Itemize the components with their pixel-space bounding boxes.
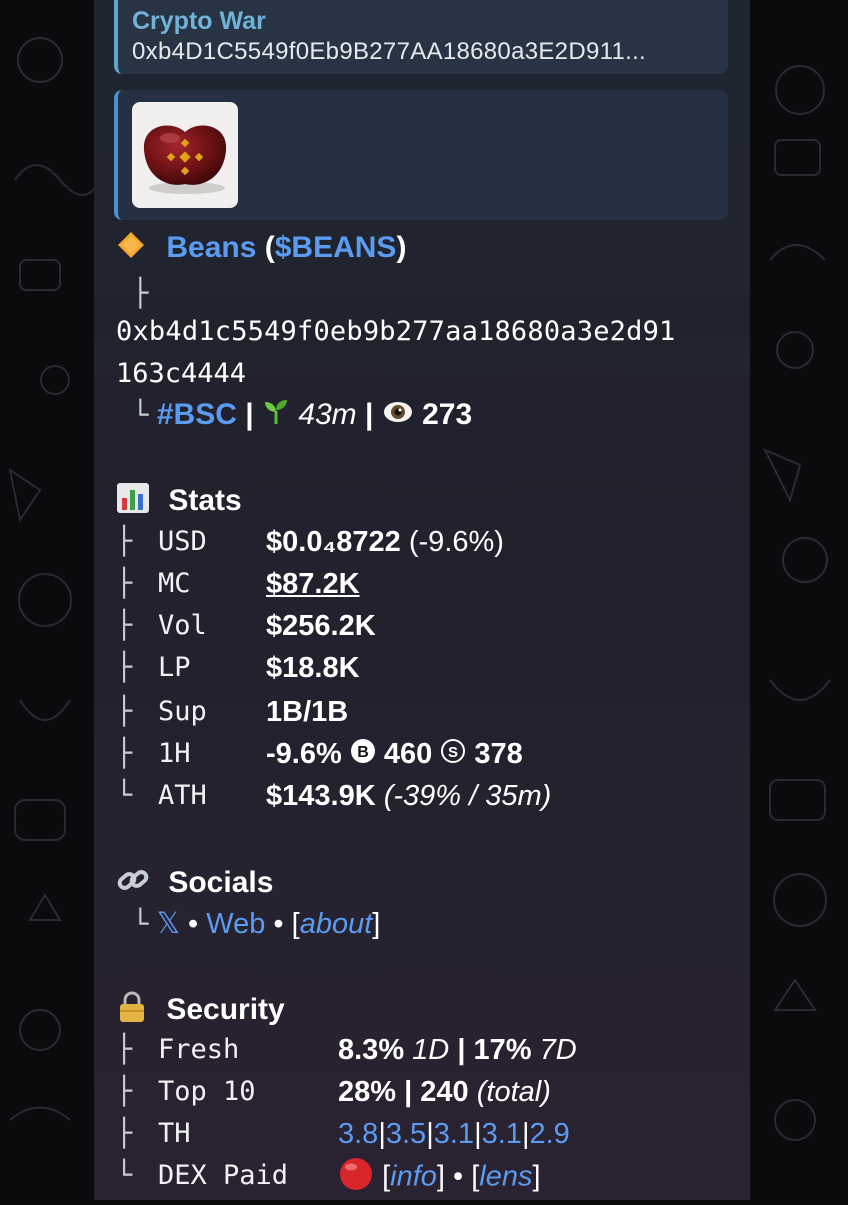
tree-branch: ├ — [116, 1076, 133, 1107]
tree-branch: ├ — [116, 1118, 133, 1149]
token-header: Beans ($BEANS) — [116, 230, 406, 268]
link-chain-icon — [116, 864, 150, 904]
tree-end: └ — [116, 780, 133, 811]
token-name-link[interactable]: Beans — [166, 231, 256, 264]
fresh-1d: 8.3% — [338, 1034, 405, 1066]
token-age: 43m — [298, 398, 357, 431]
chain-hashtag[interactable]: #BSC — [157, 398, 237, 431]
fresh-7d: 17% — [473, 1034, 532, 1066]
top-holder-link[interactable]: 3.5 — [386, 1118, 426, 1150]
stat-label-sup: Sup — [158, 696, 207, 727]
token-thumbnail[interactable] — [132, 102, 238, 208]
svg-text:B: B — [357, 744, 369, 761]
buy-circle-b-icon: B — [350, 738, 376, 772]
tree-branch: ├ — [116, 610, 133, 641]
stat-value-sup: 1B/1B — [266, 696, 349, 728]
reply-preview[interactable]: Crypto War 0xb4D1C5549f0Eb9B277AA18680a3… — [114, 0, 728, 74]
security-heading: Security — [116, 990, 285, 1032]
link-preview-card[interactable] — [114, 90, 728, 220]
stat-value-vol: $256.2K — [266, 610, 376, 642]
stat-value-ath: $143.9K (-39% / 35m) — [266, 780, 551, 813]
top10-total-label: (total) — [476, 1076, 551, 1108]
security-value-th: 3.8|3.5|3.1|3.1|2.9 — [338, 1118, 570, 1150]
top-holder-link[interactable]: 3.1 — [482, 1118, 522, 1150]
top-holder-link[interactable]: 2.9 — [530, 1118, 570, 1150]
stat-label-lp: LP — [158, 652, 191, 683]
tree-end: └ — [116, 400, 149, 431]
stat-value-mc-link[interactable]: $87.2K — [266, 568, 360, 601]
usd-price: $0.0₄8722 — [266, 526, 401, 558]
tree-branch: ├ — [116, 526, 133, 557]
security-value-dex-paid: [info] • [lens] — [338, 1156, 541, 1200]
security-label-fresh: Fresh — [158, 1034, 240, 1065]
tree-end: └ — [116, 1160, 133, 1191]
socials-heading: Socials — [116, 864, 273, 904]
red-circle-icon — [338, 1156, 374, 1200]
token-ticker-link[interactable]: $BEANS — [275, 231, 397, 264]
token-meta-line: └ #BSC | 43m | 273 — [116, 398, 472, 434]
fresh-1d-unit: 1D — [412, 1034, 450, 1066]
ath-extra: (-39% / 35m) — [383, 780, 552, 812]
stat-label-usd: USD — [158, 526, 207, 557]
socials-heading-text: Socials — [168, 865, 274, 899]
reply-title: Crypto War — [132, 7, 266, 35]
stat-value-1h: -9.6% B 460 S 378 — [266, 738, 523, 772]
top-holder-link[interactable]: 3.8 — [338, 1118, 378, 1150]
security-value-fresh: 8.3% 1D | 17% 7D — [338, 1034, 577, 1066]
bean-bnb-icon — [143, 125, 227, 194]
doodle-pattern-left — [8, 37, 101, 1121]
top-holder-link[interactable]: 3.1 — [434, 1118, 474, 1150]
buys-count: 460 — [383, 738, 433, 770]
doodle-pattern-right — [762, 65, 831, 1141]
sell-circle-s-icon: S — [440, 738, 466, 772]
web-link[interactable]: Web — [206, 908, 265, 940]
fresh-7d-unit: 7D — [539, 1034, 577, 1066]
tree-branch: ├ — [116, 568, 133, 599]
message-bubble: Crypto War 0xb4D1C5549f0Eb9B277AA18680a3… — [94, 0, 750, 1200]
top10-pct: 28% — [338, 1076, 397, 1108]
tree-branch: ├ — [116, 652, 133, 683]
socials-links: └ 𝕏 • Web • [about] — [116, 908, 381, 940]
stat-label-ath: ATH — [158, 780, 207, 811]
stat-label-vol: Vol — [158, 610, 207, 641]
ath-value: $143.9K — [266, 780, 376, 812]
security-label-th: TH — [158, 1118, 191, 1149]
eye-icon — [382, 398, 414, 434]
stat-label-mc: MC — [158, 568, 191, 599]
reply-subtitle: 0xb4D1C5549f0Eb9B277AA18680a3E2D911... — [132, 38, 647, 65]
stats-heading: Stats — [116, 482, 242, 522]
stat-label-1h: 1H — [158, 738, 191, 769]
views-count: 273 — [422, 398, 473, 431]
tree-branch: ├ — [116, 738, 133, 769]
x-link[interactable]: 𝕏 — [157, 908, 180, 940]
tree-end: └ — [116, 909, 149, 940]
orange-diamond-icon — [116, 230, 146, 268]
top10-total: 240 — [420, 1076, 469, 1108]
tree-branch: ├ — [116, 696, 133, 727]
lens-link[interactable]: lens — [479, 1161, 532, 1193]
info-link[interactable]: info — [390, 1161, 437, 1193]
usd-change: (-9.6%) — [408, 526, 504, 558]
lock-icon — [116, 990, 148, 1032]
one-hour-change: -9.6% — [266, 738, 342, 770]
stats-heading-text: Stats — [168, 483, 242, 517]
contract-address-line2[interactable]: 163c4444 — [116, 358, 246, 389]
security-label-dex-paid: DEX Paid — [158, 1160, 289, 1191]
tree-branch: ├ — [116, 1034, 133, 1065]
stat-value-lp: $18.8K — [266, 652, 360, 684]
chat-wallpaper-right — [750, 0, 848, 1200]
svg-text:S: S — [448, 744, 458, 761]
stat-value-usd: $0.0₄8722 (-9.6%) — [266, 526, 504, 559]
about-link[interactable]: about — [300, 908, 373, 940]
security-heading-text: Security — [166, 992, 285, 1026]
seedling-icon — [262, 398, 290, 434]
sells-count: 378 — [474, 738, 523, 770]
security-value-top10: 28% | 240 (total) — [338, 1076, 551, 1108]
chat-wallpaper-left — [0, 0, 101, 1200]
contract-address-line1[interactable]: 0xb4d1c5549f0eb9b277aa18680a3e2d91 — [116, 316, 675, 347]
tree-branch: ├ — [116, 278, 149, 309]
security-label-top10: Top 10 — [158, 1076, 256, 1107]
bar-chart-icon — [116, 482, 150, 522]
